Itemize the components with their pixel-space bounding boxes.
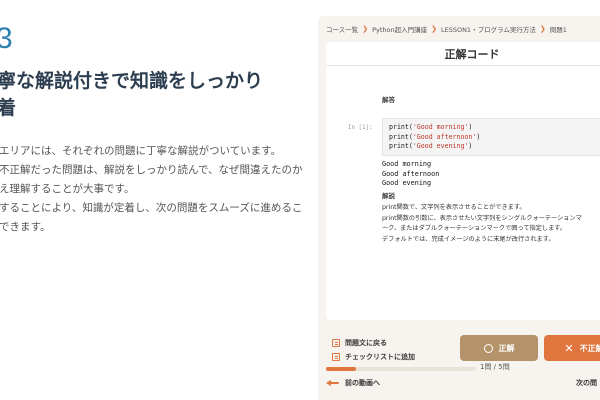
correct-button[interactable]: 正解 — [460, 335, 538, 361]
checklist-icon — [332, 353, 340, 361]
side-actions: 問題文に戻る チェックリストに追加 — [332, 336, 415, 364]
correct-button-label: 正解 — [498, 343, 515, 353]
breadcrumb-item-course[interactable]: Python超入門講座 — [372, 24, 427, 34]
incorrect-button-label: 不正解 — [579, 343, 600, 353]
circle-icon — [483, 343, 493, 353]
previous-video-link[interactable]: 前の動画へ — [326, 378, 380, 388]
section-headline: 寧な解説付きで知識をしっかり 着 — [0, 70, 264, 119]
answer-card: 正解コード 解答 In [1]: print('Good morning') p… — [326, 42, 600, 320]
code-output: Good morning Good afternoon Good evening — [382, 160, 439, 189]
progress-bar — [326, 367, 476, 371]
arrow-left-icon — [326, 379, 340, 387]
cell-prompt: In [1]: — [348, 125, 373, 131]
step-number: 3 — [0, 22, 14, 55]
explanation-label: 解説 — [382, 192, 395, 200]
card-body: 解答 In [1]: print('Good morning') print('… — [326, 66, 600, 320]
close-icon: ✕ — [564, 341, 574, 355]
breadcrumb-item-lesson[interactable]: LESSON1・プログラム実行方法 — [441, 24, 536, 34]
answer-label: 解答 — [382, 96, 395, 104]
document-icon — [332, 339, 340, 347]
back-to-question-label: 問題文に戻る — [345, 339, 387, 347]
code-cell: print('Good morning') print('Good aftern… — [382, 118, 600, 156]
breadcrumb: コース一覧 ❯ Python超入門講座 ❯ LESSON1・プログラム実行方法 … — [318, 16, 600, 42]
card-title: 正解コード — [326, 42, 600, 66]
add-checklist-label: チェックリストに追加 — [345, 353, 415, 361]
code-line: print('Good evening') — [389, 142, 473, 150]
section-description: エリアには、それぞれの問題に丁寧な解説がついています。 不正解だった問題は、解説… — [0, 145, 303, 233]
output-line: Good morning — [382, 160, 432, 168]
back-to-question-link[interactable]: 問題文に戻る — [332, 336, 415, 350]
chevron-right-icon: ❯ — [431, 25, 437, 33]
breadcrumb-item-course-list[interactable]: コース一覧 — [326, 24, 358, 34]
progress-fill — [326, 367, 356, 371]
app-panel: コース一覧 ❯ Python超入門講座 ❯ LESSON1・プログラム実行方法 … — [318, 16, 600, 400]
incorrect-button[interactable]: ✕ 不正解 — [544, 335, 600, 361]
breadcrumb-item-question: 問題1 — [549, 26, 567, 34]
output-line: Good evening — [382, 179, 432, 187]
chevron-right-icon: ❯ — [539, 25, 546, 33]
next-question-label: 次の問 — [576, 379, 597, 387]
code-line: print('Good morning') — [389, 123, 473, 131]
previous-video-label: 前の動画へ — [345, 379, 380, 387]
output-line: Good afternoon — [382, 169, 440, 178]
chevron-right-icon: ❯ — [362, 25, 369, 33]
progress-label: 1問 / 5問 — [480, 363, 510, 371]
code-line: print('Good afternoon') — [389, 132, 481, 141]
next-question-link[interactable]: 次の問 — [576, 378, 597, 388]
explanation-text: print関数で、文字列を表示させることができます。 print関数の引数に、表… — [382, 204, 582, 243]
add-checklist-link[interactable]: チェックリストに追加 — [332, 350, 415, 364]
